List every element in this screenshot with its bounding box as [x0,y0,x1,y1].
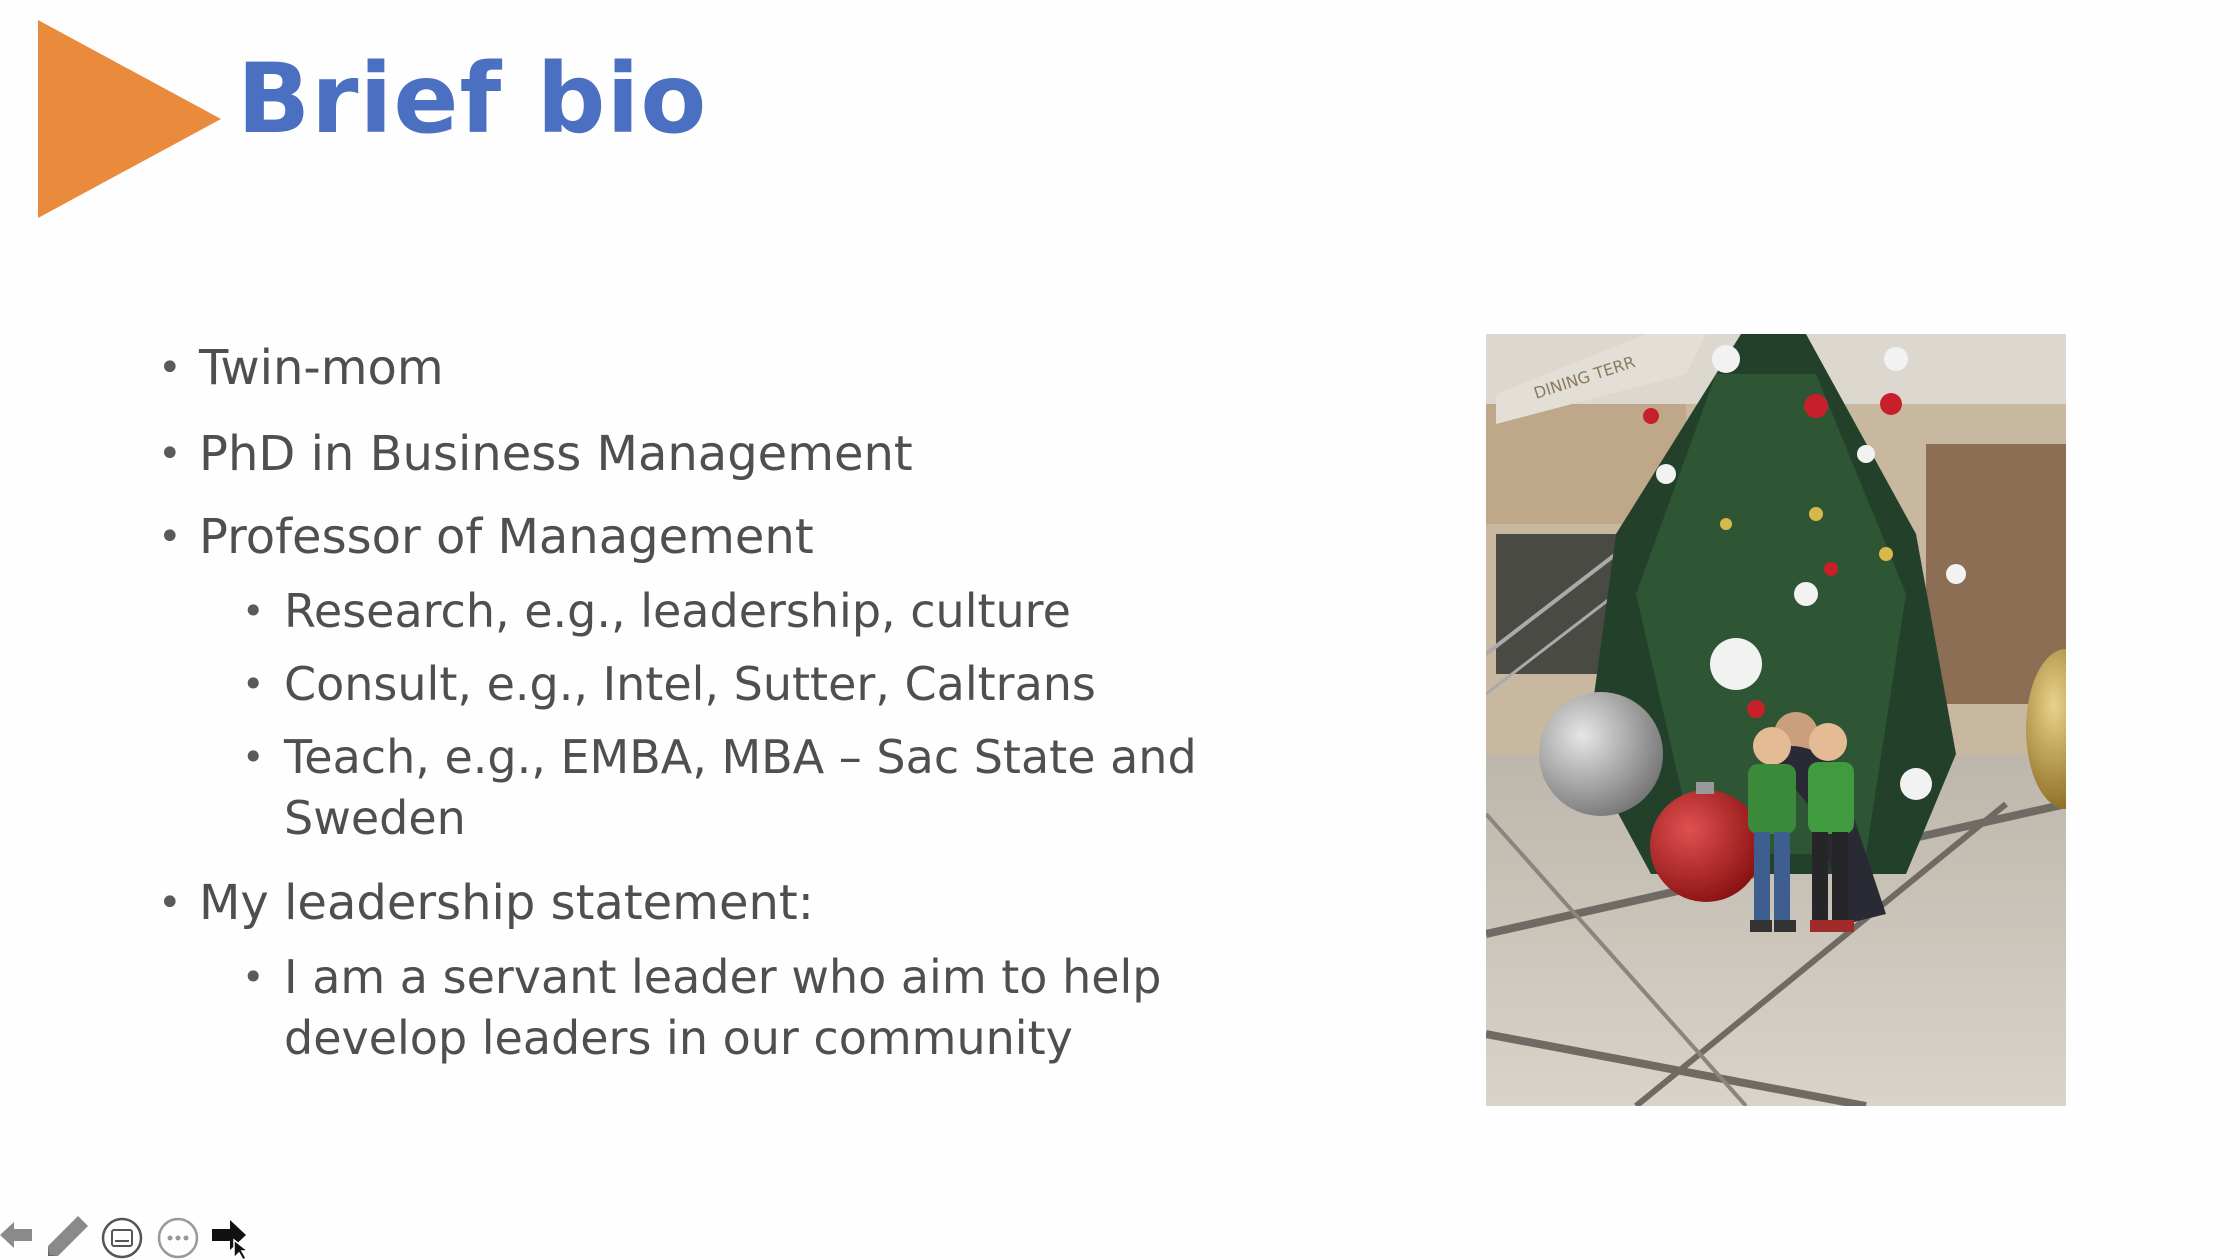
previous-arrow-icon[interactable] [0,1218,36,1252]
sub-bullet-item: Consult, e.g., Intel, Sutter, Caltrans [284,657,1096,711]
sub-bullet-dot: • [242,735,265,779]
bullet-item: Professor of Management [199,509,814,565]
more-options-icon[interactable] [156,1216,200,1260]
sub-bullet-dot: • [242,955,265,999]
sub-bullet-dot: • [242,589,265,633]
pen-icon[interactable] [44,1214,92,1256]
bullet-dot: • [158,345,182,391]
slide: Brief bio • Twin-mom • PhD in Business M… [0,0,2236,1260]
family-christmas-photo: DINING TERR [1486,334,2066,1106]
sub-bullet-dot: • [242,662,265,706]
bullet-item: PhD in Business Management [199,426,913,482]
play-arrow-icon [38,20,221,218]
bullet-item: My leadership statement: [199,875,814,931]
sub-bullet-item: Teach, e.g., EMBA, MBA – Sac State and [284,730,1197,784]
slide-title: Brief bio [237,43,708,155]
bullet-dot: • [158,880,182,926]
presenter-toolbar [0,1210,280,1260]
sub-bullet-item: Research, e.g., leadership, culture [284,584,1071,638]
bullet-item: Twin-mom [199,340,444,396]
photo-illustration: DINING TERR [1486,334,2066,1106]
subtitles-icon[interactable] [100,1216,144,1260]
next-arrow-icon[interactable] [212,1218,256,1260]
sub-bullet-item: I am a servant leader who aim to help [284,950,1162,1004]
bullet-dot: • [158,514,182,560]
sub-bullet-item-continuation: develop leaders in our community [284,1011,1073,1065]
bullet-dot: • [158,431,182,477]
sub-bullet-item-continuation: Sweden [284,791,466,845]
